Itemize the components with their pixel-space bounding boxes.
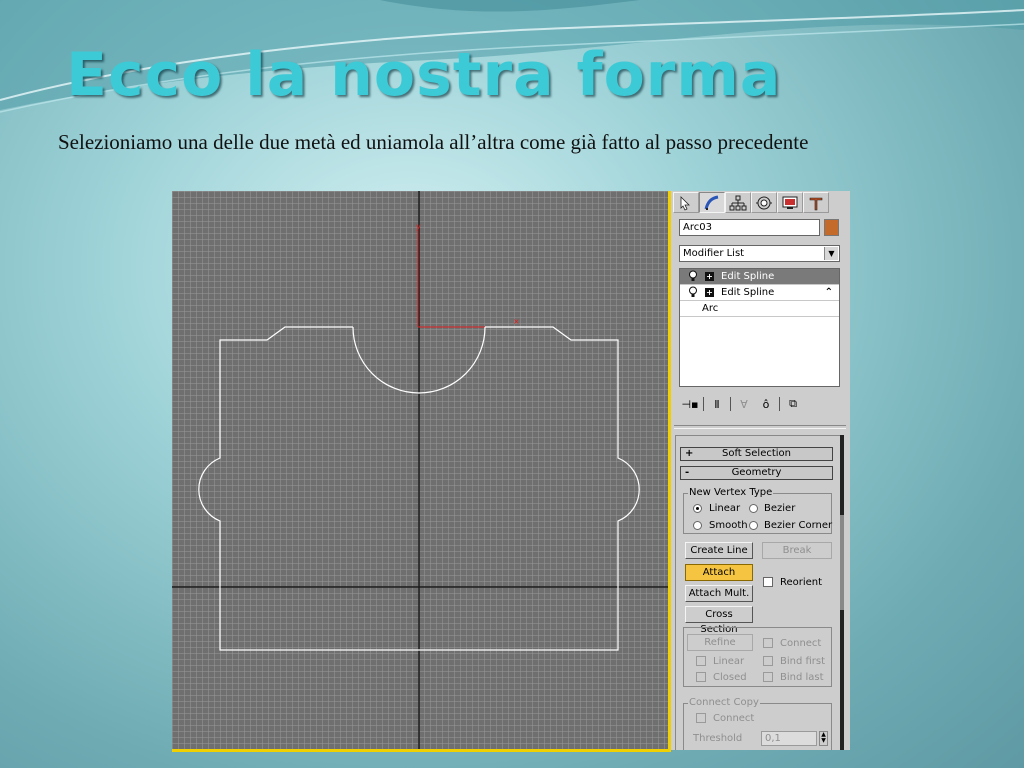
make-unique-icon[interactable]: ∀ (733, 395, 755, 413)
panel-scrollbar[interactable] (840, 435, 844, 750)
rollout-label: Soft Selection (722, 448, 791, 459)
utilities-tab-icon[interactable] (803, 192, 829, 213)
rollout-toggle-sign: - (685, 467, 690, 478)
modifier-list-dropdown[interactable]: Modifier List ▼ (679, 245, 840, 262)
object-name-field[interactable]: Arc03 (679, 219, 820, 236)
stack-item-arc[interactable]: Arc (680, 301, 839, 317)
expand-icon[interactable]: + (705, 288, 714, 297)
create-line-button[interactable]: Create Line (685, 542, 753, 559)
break-button[interactable]: Break (762, 542, 832, 559)
smooth-label: Smooth (709, 520, 748, 531)
command-panel-tabs (673, 192, 829, 214)
panel-divider (674, 425, 846, 429)
soft-selection-rollout[interactable]: + Soft Selection (680, 447, 833, 461)
bind-first-label: Bind first (780, 656, 826, 667)
bezier-radio[interactable] (749, 504, 758, 513)
connect-label: Connect (780, 638, 822, 649)
object-color-swatch[interactable] (824, 219, 839, 236)
bezier-corner-label: Bezier Corner (764, 520, 833, 531)
closed-checkbox[interactable] (696, 672, 706, 682)
bind-first-checkbox[interactable] (763, 656, 773, 666)
connect-copy-label: Connect (713, 713, 755, 724)
threshold-spinner[interactable]: ▲ ▼ (819, 731, 828, 746)
bezier-label: Bezier (764, 503, 796, 514)
attach-button[interactable]: Attach (685, 564, 753, 581)
linear-checkbox[interactable] (696, 656, 706, 666)
toolbar-separator (730, 397, 731, 411)
threshold-label: Threshold (693, 733, 743, 744)
cross-section-button[interactable]: Cross Section (685, 606, 753, 635)
reorient-checkbox[interactable] (763, 577, 773, 587)
closed-label: Closed (713, 672, 747, 683)
connect-checkbox[interactable] (763, 638, 773, 648)
scrollbar-thumb[interactable] (840, 515, 844, 610)
bezier-corner-radio[interactable] (749, 521, 758, 530)
bind-last-checkbox[interactable] (763, 672, 773, 682)
viewport-drawing: y × (172, 191, 668, 750)
stack-item-label: Arc (702, 303, 719, 314)
lightbulb-icon[interactable] (688, 286, 698, 298)
chevron-up-icon: ⌃ (824, 287, 833, 298)
modifier-stack[interactable]: + Edit Spline + Edit Spline ⌃ Arc (679, 268, 840, 387)
smooth-radio[interactable] (693, 521, 702, 530)
connect-copy-checkbox[interactable] (696, 713, 706, 723)
toolbar-separator (779, 397, 780, 411)
modifier-list-label: Modifier List (683, 248, 745, 259)
configure-modifier-sets-icon[interactable]: ⧉ (782, 395, 804, 413)
linear-label: Linear (709, 503, 741, 514)
reorient-label: Reorient (780, 577, 823, 588)
create-tab-icon[interactable] (673, 192, 699, 213)
display-tab-icon[interactable] (777, 192, 803, 213)
show-end-result-icon[interactable]: Ⅱ (706, 395, 728, 413)
attach-mult-button[interactable]: Attach Mult. (685, 585, 753, 602)
pin-stack-icon[interactable]: ⊣▪ (679, 395, 701, 413)
x-axis-marker: × (513, 317, 520, 326)
motion-tab-icon[interactable] (751, 192, 777, 213)
expand-icon[interactable]: + (705, 272, 714, 281)
refine-button[interactable]: Refine (687, 634, 753, 651)
stack-item-label: Edit Spline (721, 271, 775, 282)
toolbar-separator (703, 397, 704, 411)
slide-title: Ecco la nostra forma (66, 40, 782, 110)
group-title: Connect Copy (688, 697, 760, 709)
y-axis-label: y (416, 222, 421, 231)
lightbulb-icon[interactable] (688, 270, 698, 282)
linear-radio[interactable] (693, 504, 702, 513)
linear-checkbox-label: Linear (713, 656, 745, 667)
rollout-label: Geometry (731, 467, 782, 478)
rollout-toggle-sign: + (685, 448, 694, 459)
stack-item-edit-spline[interactable]: + Edit Spline ⌃ (680, 285, 839, 301)
stack-toolbar: ⊣▪ Ⅱ ∀ ô ⧉ (679, 394, 840, 414)
top-viewport[interactable]: y × (172, 191, 668, 750)
threshold-input[interactable]: 0,1 (761, 731, 817, 746)
stack-item-edit-spline[interactable]: + Edit Spline (680, 269, 839, 285)
bind-last-label: Bind last (780, 672, 824, 683)
chevron-down-icon[interactable]: ▼ (824, 247, 838, 260)
modify-tab-icon[interactable] (699, 192, 725, 213)
geometry-rollout[interactable]: - Geometry (680, 466, 833, 480)
command-panel: Arc03 Modifier List ▼ + Edit Spline + Ed… (671, 191, 850, 750)
group-title: New Vertex Type (688, 487, 774, 499)
remove-modifier-icon[interactable]: ô (755, 395, 777, 413)
stack-item-label: Edit Spline (721, 287, 775, 298)
slide-subtitle: Selezioniamo una delle due metà ed uniam… (58, 130, 809, 154)
viewport-active-border-bottom (172, 749, 671, 752)
hierarchy-tab-icon[interactable] (725, 192, 751, 213)
